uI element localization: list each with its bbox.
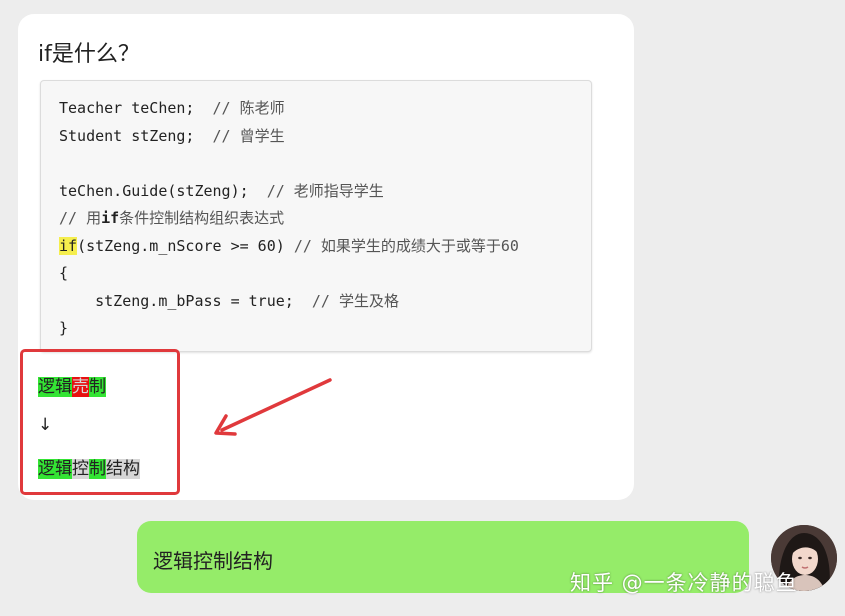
code-text: teChen.Guide(stZeng); (59, 181, 267, 200)
code-comment: // 老师指导学生 (266, 181, 384, 200)
annotation-line-original: 逻辑売制 (38, 372, 106, 397)
code-line: // 用if条件控制结构组织表达式 (59, 205, 519, 233)
question-text: if是什么？ (38, 42, 140, 67)
code-text: (stZeng.m_nScore >= 60) (77, 236, 294, 255)
annotation-text: 制 (89, 459, 106, 479)
code-content: Teacher teChen; // 陈老师 Student stZeng; //… (59, 95, 519, 343)
annotation-text: 制 (89, 377, 106, 397)
code-text: Teacher teChen; (59, 99, 213, 117)
annotation-text: 逻辑 (38, 459, 72, 479)
annotation-text: 结构 (106, 459, 140, 479)
code-line: stZeng.m_bPass = true; // 学生及格 (59, 288, 519, 316)
code-comment: // 曾学生 (212, 126, 285, 145)
code-comment: 条件控制结构组织表达式 (119, 209, 285, 227)
code-comment: // 如果学生的成绩大于或等于60 (293, 236, 519, 255)
annotation-text: 逻辑 (38, 377, 72, 397)
code-line: Teacher teChen; // 陈老师 (59, 95, 519, 123)
code-line: if(stZeng.m_nScore >= 60) // 如果学生的成绩大于或等… (59, 233, 519, 261)
code-comment: // 用 (59, 209, 102, 227)
code-line: teChen.Guide(stZeng); // 老师指导学生 (59, 178, 519, 206)
code-line: { (59, 264, 69, 282)
code-keyword: if (101, 209, 120, 227)
code-keyword-highlight: if (59, 236, 78, 255)
code-line-empty (59, 150, 519, 178)
annotation-line-corrected: 逻辑控制结构 (38, 454, 140, 479)
annotation-text: 控 (72, 459, 89, 479)
watermark: 知乎 @一条冷静的聪鱼 (570, 571, 798, 595)
annotation-text-error: 売 (72, 377, 89, 397)
reply-text: 逻辑控制结构 (153, 549, 273, 573)
code-line: } (59, 319, 69, 337)
code-comment: // 陈老师 (212, 99, 285, 117)
code-block: Teacher teChen; // 陈老师 Student stZeng; //… (40, 80, 592, 352)
code-line: Student stZeng; // 曾学生 (59, 123, 519, 151)
code-comment: // 学生及格 (311, 291, 399, 310)
code-text: stZeng.m_bPass = true; (59, 291, 312, 310)
pointer-arrow-icon (214, 378, 332, 436)
code-text: Student stZeng; (59, 126, 213, 145)
down-arrow-icon: ↓ (38, 415, 53, 435)
